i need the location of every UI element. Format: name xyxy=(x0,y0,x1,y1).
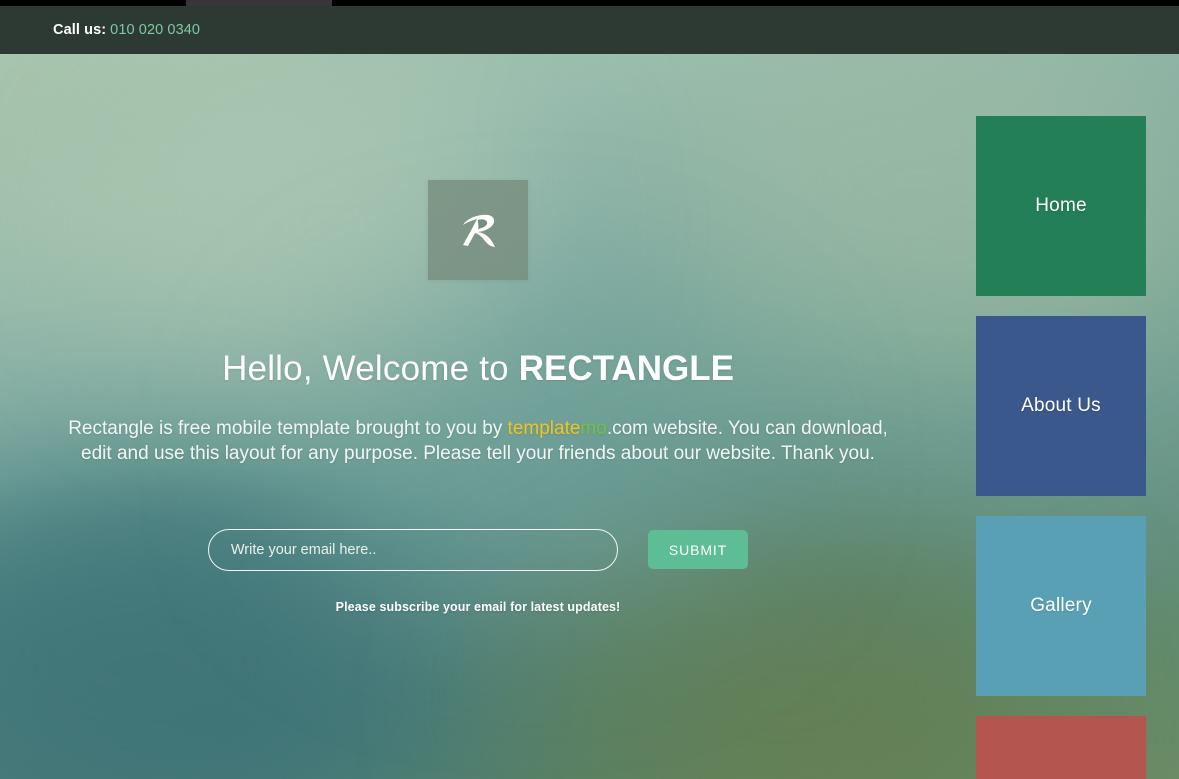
browser-tab-remnant xyxy=(186,0,332,6)
nav-block-label: Gallery xyxy=(1030,595,1092,617)
page-title: Hello, Welcome to RECTANGLE xyxy=(222,348,734,390)
nav-block-home[interactable]: Home xyxy=(976,116,1146,296)
headline-lead: Hello, Welcome to xyxy=(222,349,519,388)
templatemo-template-part: template xyxy=(508,418,581,439)
top-contact-bar: Call us:010 020 0340 xyxy=(0,6,1179,54)
site-logo[interactable] xyxy=(428,180,528,280)
logo-r-icon xyxy=(457,207,499,253)
nav-block-fourth[interactable] xyxy=(976,716,1146,779)
nav-block-label: About Us xyxy=(1021,395,1101,417)
templatemo-mo-part: mo xyxy=(580,418,606,439)
intro-paragraph: Rectangle is free mobile template brough… xyxy=(53,416,903,467)
call-us-label: Call us: xyxy=(53,22,106,38)
hero-section: Hello, Welcome to RECTANGLE Rectangle is… xyxy=(0,54,1179,779)
intro-text-before: Rectangle is free mobile template brough… xyxy=(68,418,507,439)
templatemo-link[interactable]: templatemo.com xyxy=(508,418,648,439)
nav-block-label: Home xyxy=(1035,195,1086,217)
templatemo-domain-suffix: .com xyxy=(607,418,648,439)
nav-block-gallery[interactable]: Gallery xyxy=(976,516,1146,696)
email-input[interactable] xyxy=(208,529,618,571)
submit-button[interactable]: SUBMIT xyxy=(648,530,748,569)
headline-brand: RECTANGLE xyxy=(519,349,734,388)
subscribe-form: SUBMIT xyxy=(208,529,748,571)
contact-info: Call us:010 020 0340 xyxy=(0,22,200,38)
phone-number-link[interactable]: 010 020 0340 xyxy=(110,22,200,38)
nav-block-about-us[interactable]: About Us xyxy=(976,316,1146,496)
hero-content: Hello, Welcome to RECTANGLE Rectangle is… xyxy=(0,54,956,779)
browser-chrome-strip xyxy=(0,0,1179,6)
subscribe-note: Please subscribe your email for latest u… xyxy=(336,600,621,614)
sidebar-nav: Home About Us Gallery xyxy=(976,116,1146,779)
